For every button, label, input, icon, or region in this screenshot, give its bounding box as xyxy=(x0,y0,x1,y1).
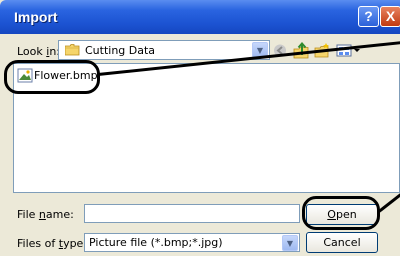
cancel-button[interactable]: Cancel xyxy=(306,232,378,253)
files-of-type-label: Files of type: xyxy=(17,237,88,250)
title-bar[interactable]: Import ? X xyxy=(0,0,400,34)
chevron-down-icon[interactable]: ▼ xyxy=(282,235,298,251)
close-button[interactable]: X xyxy=(380,6,400,27)
files-of-type-value: Picture file (*.bmp;*.jpg) xyxy=(89,236,223,249)
dialog-title: Import xyxy=(14,9,58,25)
look-in-value: Cutting Data xyxy=(85,44,156,57)
file-name-input[interactable] xyxy=(84,204,300,223)
callout-leader-line xyxy=(378,191,400,213)
files-of-type-dropdown[interactable]: Picture file (*.bmp;*.jpg) ▼ xyxy=(84,233,300,252)
help-button[interactable]: ? xyxy=(358,6,379,27)
callout-highlight-open xyxy=(302,196,380,230)
callout-highlight-file xyxy=(4,60,100,94)
import-dialog: Import ? X Look in: Cutting Data ▼ Flowe… xyxy=(0,0,400,256)
file-name-field-label: File name: xyxy=(17,208,74,221)
look-in-label: Look in: xyxy=(17,45,61,58)
folder-icon xyxy=(65,44,80,56)
look-in-dropdown[interactable]: Cutting Data ▼ xyxy=(58,40,270,60)
